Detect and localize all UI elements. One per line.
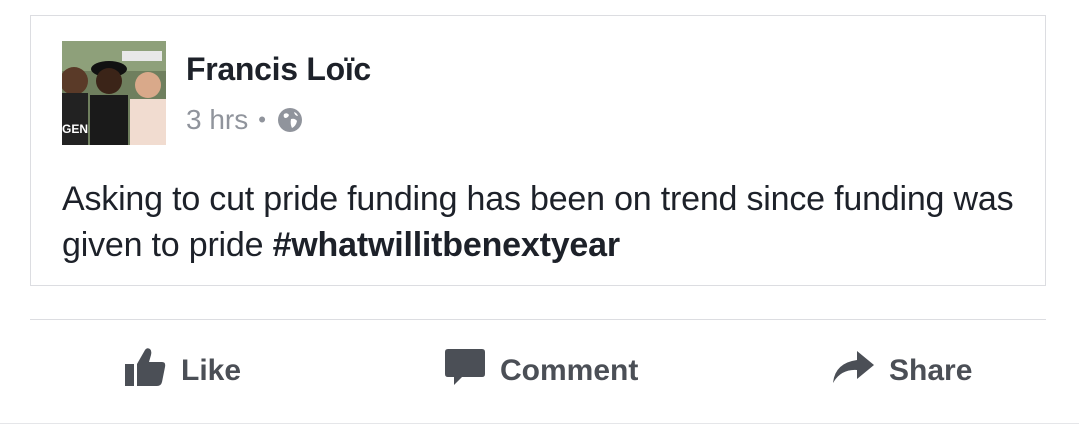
timestamp[interactable]: 3 hrs — [186, 104, 248, 136]
avatar-photo: GEN — [62, 41, 166, 145]
svg-text:GEN: GEN — [62, 122, 88, 136]
globe-icon[interactable] — [276, 106, 304, 134]
author-name[interactable]: Francis Loïc — [186, 51, 371, 88]
post-card: GEN Francis Loïc 3 hrs • Asking to cut p… — [30, 15, 1046, 286]
share-label: Share — [889, 354, 973, 387]
like-label: Like — [181, 354, 242, 387]
comment-button[interactable]: Comment — [444, 345, 638, 397]
post-text: Asking to cut pride funding has been on … — [62, 176, 1022, 268]
hashtag-link[interactable]: #whatwillitbenextyear — [273, 226, 620, 264]
comment-icon — [444, 347, 486, 395]
actions-divider — [30, 319, 1046, 320]
post-meta: 3 hrs • — [186, 104, 304, 136]
avatar[interactable]: GEN — [62, 41, 166, 145]
like-button[interactable]: Like — [123, 345, 241, 397]
share-button[interactable]: Share — [831, 345, 972, 397]
thumbs-up-icon — [123, 346, 167, 396]
bottom-divider — [0, 423, 1079, 424]
meta-separator: • — [258, 107, 266, 132]
comment-label: Comment — [500, 354, 639, 387]
share-arrow-icon — [831, 349, 875, 393]
